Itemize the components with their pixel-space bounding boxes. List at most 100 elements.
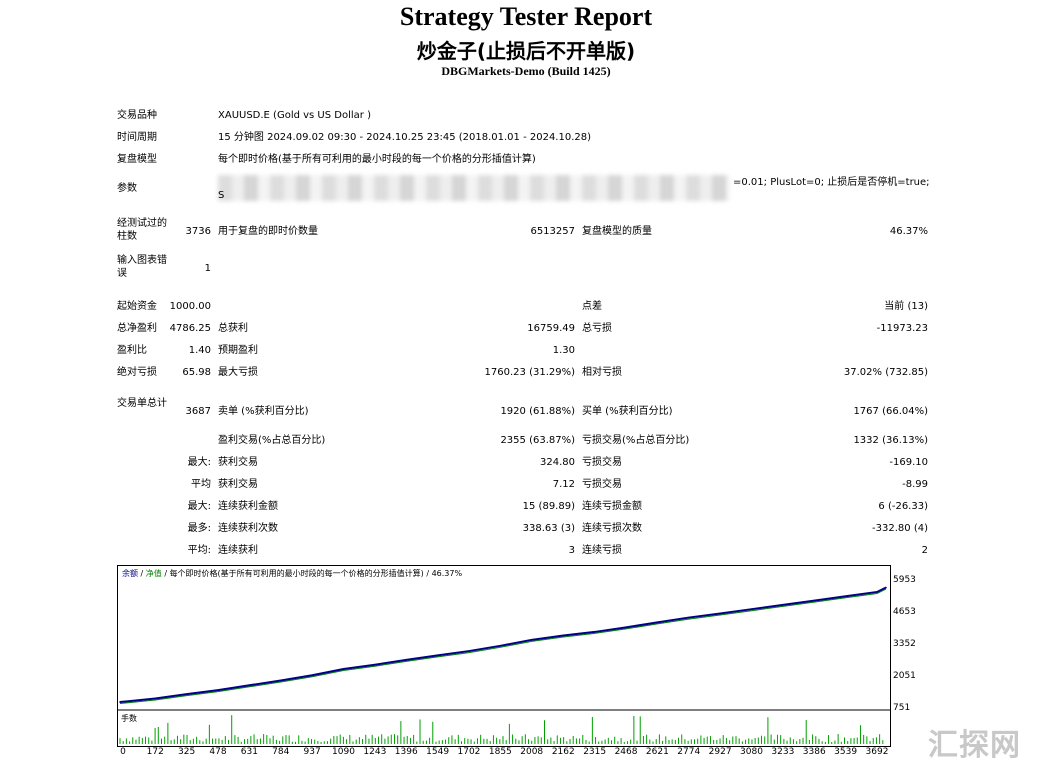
largest-profit-label: 获利交易 bbox=[218, 457, 258, 468]
x-tick-label: 1396 bbox=[394, 747, 418, 757]
legend-balance: 余额 bbox=[122, 569, 138, 578]
spread-label: 点差 bbox=[582, 301, 602, 312]
symbol-value: XAUUSD.E (Gold vs US Dollar ) bbox=[218, 110, 371, 121]
quality-label: 复盘模型的质量 bbox=[582, 226, 652, 237]
chart-legend: 余额 / 净值 / 每个即时价格(基于所有可利用的最小时段的每一个价格的分形插值… bbox=[122, 568, 462, 579]
x-tick-label: 2468 bbox=[614, 747, 638, 757]
initial-deposit-label: 起始资金 bbox=[117, 301, 157, 312]
x-tick-label: 2162 bbox=[551, 747, 575, 757]
long-label: 买单 (%获利百分比) bbox=[582, 406, 673, 417]
x-tick-label: 3539 bbox=[834, 747, 858, 757]
profit-factor-value: 1.40 bbox=[188, 345, 211, 356]
x-tick-label: 1702 bbox=[457, 747, 481, 757]
server-build: DBGMarkets-Demo (Build 1425) bbox=[441, 64, 611, 78]
x-tick-label: 631 bbox=[240, 747, 258, 757]
x-tick-label: 3080 bbox=[740, 747, 763, 757]
symbol-label: 交易品种 bbox=[117, 110, 157, 121]
maximal-consec-loss-value: -332.80 (4) bbox=[872, 523, 928, 534]
largest-loss-label: 亏损交易 bbox=[582, 457, 622, 468]
report-title: Strategy Tester Report bbox=[399, 2, 653, 31]
balance-point bbox=[119, 701, 121, 703]
x-tick-label: 937 bbox=[303, 747, 321, 757]
net-profit-value: 4786.25 bbox=[169, 323, 211, 334]
balance-point bbox=[154, 697, 157, 700]
expected-payoff-value: 1.30 bbox=[552, 345, 575, 356]
max-consec-losses-label: 连续亏损金额 bbox=[582, 501, 642, 512]
x-tick-label: 1549 bbox=[426, 747, 450, 757]
period-label: 时间周期 bbox=[117, 132, 157, 143]
x-tick-label: 0 bbox=[120, 747, 126, 757]
maximal-consec-profit-label: 连续获利次数 bbox=[218, 523, 278, 534]
x-tick-label: 2774 bbox=[677, 747, 701, 757]
y-tick-751: 751 bbox=[893, 703, 911, 713]
avg-consec-prefix: 平均: bbox=[187, 545, 211, 556]
y-tick-4653: 4653 bbox=[893, 607, 916, 617]
balance-point bbox=[625, 626, 627, 629]
balance-point bbox=[405, 659, 408, 661]
ticks-label: 用于复盘的即时价数量 bbox=[218, 226, 318, 237]
max-drawdown-label: 最大亏损 bbox=[218, 367, 258, 378]
balance-chart: 余额 / 净值 / 每个即时价格(基于所有可利用的最小时段的每一个价格的分形插值… bbox=[117, 565, 891, 747]
rel-drawdown-label: 相对亏损 bbox=[582, 367, 622, 378]
net-profit-label: 总净盈利 bbox=[117, 323, 157, 334]
max-consec-wins-label: 连续获利金额 bbox=[218, 501, 278, 512]
x-tick-label: 1243 bbox=[363, 747, 387, 757]
profit-trades-label: 盈利交易(%占总百分比) bbox=[218, 435, 326, 446]
avg-consec-losses-label: 连续亏损 bbox=[582, 545, 622, 556]
balance-point bbox=[593, 631, 596, 633]
model-value: 每个即时价格(基于所有可利用的最小时段的每一个价格的分形插值计算) bbox=[218, 154, 536, 165]
balance-point bbox=[468, 650, 470, 652]
avg-profit-value: 7.12 bbox=[552, 479, 575, 490]
ea-name: 炒金子(止损后不开单版) bbox=[416, 39, 636, 63]
loss-trades-label: 亏损交易(%占总百分比) bbox=[582, 435, 690, 446]
balance-point bbox=[342, 668, 345, 670]
balance-chart-svg bbox=[118, 586, 890, 744]
y-tick-3352: 3352 bbox=[893, 639, 916, 649]
bars-value: 3736 bbox=[185, 226, 211, 237]
gross-profit-value: 16759.49 bbox=[527, 323, 575, 334]
x-tick-label: 3386 bbox=[802, 747, 826, 757]
ticks-value: 6513257 bbox=[530, 226, 575, 237]
balance-point bbox=[248, 684, 251, 687]
x-tick-label: 784 bbox=[272, 747, 290, 757]
period-value: 15 分钟图 2024.09.02 09:30 - 2024.10.25 23:… bbox=[218, 132, 592, 143]
short-value: 1920 (61.88%) bbox=[500, 406, 575, 417]
errors-value: 1 bbox=[204, 263, 211, 274]
balance-point bbox=[719, 612, 721, 615]
y-tick-5953: 5953 bbox=[893, 575, 916, 585]
lots-label: 手数 bbox=[121, 714, 137, 723]
largest-loss-value: -169.10 bbox=[889, 457, 928, 468]
params-redacted-blur bbox=[218, 175, 730, 201]
x-tick-label: 172 bbox=[146, 747, 164, 757]
balance-point bbox=[311, 674, 313, 677]
balance-point bbox=[499, 645, 502, 647]
initial-deposit-value: 1000.00 bbox=[169, 301, 211, 312]
errors-label: 输入图表错误 bbox=[117, 255, 167, 279]
balance-point bbox=[687, 616, 690, 619]
largest-prefix: 最大: bbox=[187, 457, 211, 468]
x-tick-label: 2315 bbox=[583, 747, 607, 757]
balance-point bbox=[436, 654, 439, 657]
balance-point bbox=[562, 634, 565, 637]
gross-loss-label: 总亏损 bbox=[582, 323, 612, 334]
x-tick-label: 478 bbox=[209, 747, 227, 757]
x-tick-label: 1855 bbox=[488, 747, 512, 757]
avg-profit-label: 获利交易 bbox=[218, 479, 258, 490]
rel-drawdown-value: 37.02% (732.85) bbox=[843, 367, 928, 378]
x-tick-label: 3233 bbox=[771, 747, 795, 757]
max-consec-losses-value: 6 (-26.33) bbox=[878, 501, 928, 512]
profit-trades-value: 2355 (63.87%) bbox=[500, 435, 575, 446]
avg-consec-losses-value: 2 bbox=[921, 545, 928, 556]
legend-model: / 每个即时价格(基于所有可利用的最小时段的每一个价格的分形插值计算) / 46… bbox=[161, 569, 463, 578]
balance-point bbox=[750, 608, 753, 610]
balance-line bbox=[119, 586, 887, 704]
watermark-logo: 汇探网 bbox=[928, 728, 1021, 763]
expected-payoff-label: 预期盈利 bbox=[218, 345, 258, 356]
balance-point bbox=[885, 586, 887, 589]
balance-point bbox=[876, 591, 878, 593]
balance-point bbox=[217, 689, 219, 691]
balance-point bbox=[185, 693, 188, 695]
maximal-consec-profit-value: 338.63 (3) bbox=[522, 523, 575, 534]
x-tick-label: 2008 bbox=[520, 747, 544, 757]
balance-point bbox=[279, 679, 282, 682]
